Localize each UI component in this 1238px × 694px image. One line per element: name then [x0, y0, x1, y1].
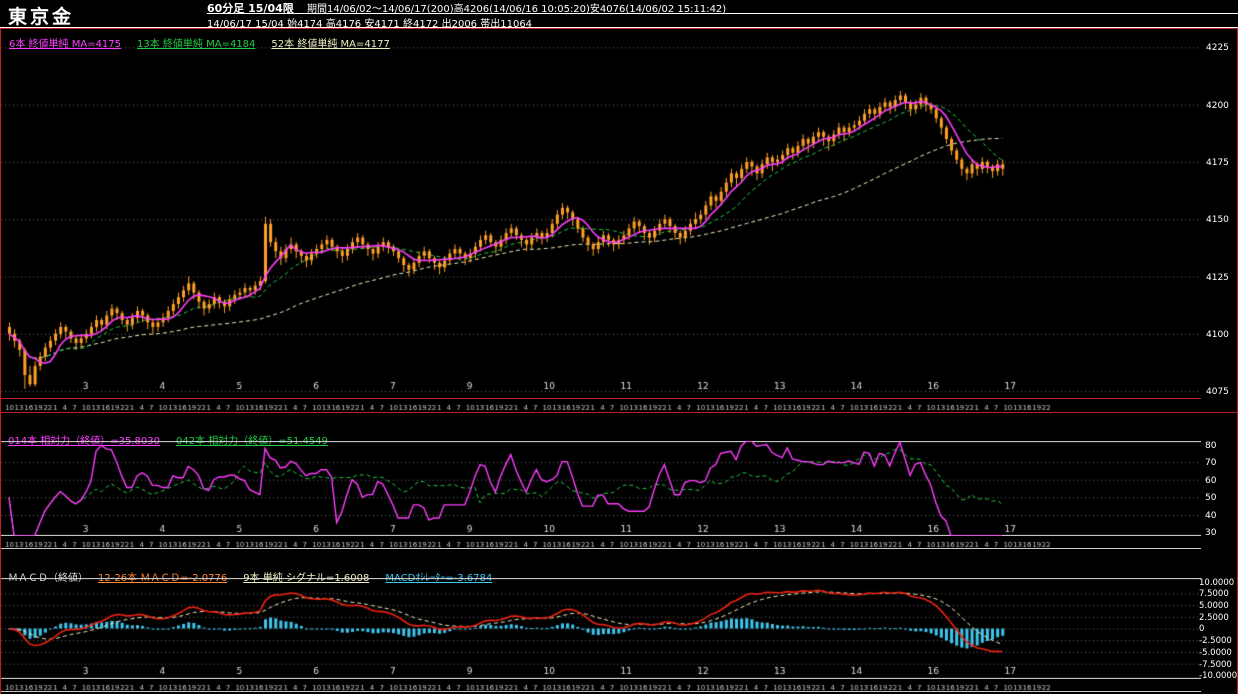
price-tick: 4075 — [1206, 387, 1229, 397]
period-stats: 期間14/06/02～14/06/17(200)高4206(14/06/16 1… — [306, 4, 727, 14]
macd-tick: 10.0000 — [1199, 578, 1235, 588]
instrument-title: 東京金 — [8, 6, 75, 28]
price-tick: 4225 — [1206, 43, 1229, 53]
main-price-chart-panel: 6本 終値単純 MA=4175 13本 終値単純 MA=4184 52本 終値単純 … — [0, 28, 1238, 413]
ma6-legend[interactable]: 6本 終値単純 MA=4175 — [9, 39, 121, 50]
rsi-tick: 70 — [1205, 458, 1217, 468]
time-axis-canvas — [1, 538, 1201, 548]
time-axis-canvas — [1, 681, 1201, 691]
ma-legend: 6本 終値単純 MA=4175 13本 終値単純 MA=4184 52本 終値単純 … — [9, 32, 406, 51]
rsi-tick: 60 — [1205, 476, 1217, 486]
rsi-tick: 80 — [1205, 441, 1217, 451]
macd-tick: 7.5000 — [1199, 589, 1229, 599]
time-axis-macd — [1, 679, 1201, 692]
header-row-1: 60分足 15/04限 期間14/06/02～14/06/17(200)高420… — [207, 0, 1238, 14]
ma52-legend[interactable]: 52本 終値単純 MA=4177 — [271, 39, 389, 50]
price-tick: 4200 — [1206, 101, 1229, 111]
rsi-chart-canvas[interactable] — [1, 441, 1201, 536]
price-tick: 4125 — [1206, 273, 1229, 283]
timeframe-label[interactable]: 60分足 15/04限 — [207, 2, 294, 13]
time-axis-canvas — [1, 401, 1201, 411]
header: 東京金 60分足 15/04限 期間14/06/02～14/06/17(200)… — [0, 0, 1238, 30]
rsi-panel: 014本 相対力（終値）=35.8030042本 相対力（終値）=51.4549… — [0, 429, 1238, 551]
header-info: 60分足 15/04限 期間14/06/02～14/06/17(200)高420… — [207, 0, 1238, 30]
time-axis-main — [1, 398, 1201, 411]
price-tick: 4150 — [1206, 215, 1229, 225]
macd-tick: -7.5000 — [1199, 660, 1232, 670]
rsi-tick: 50 — [1205, 493, 1217, 503]
time-axis-rsi — [1, 536, 1201, 549]
macd-tick: 0 — [1199, 624, 1205, 634]
rsi-tick: 30 — [1205, 528, 1217, 538]
rsi-tick: 40 — [1205, 511, 1217, 521]
price-tick: 4100 — [1206, 330, 1229, 340]
price-tick: 4175 — [1206, 158, 1229, 168]
candlestick-chart-canvas[interactable] — [1, 29, 1201, 398]
macd-tick: 5.0000 — [1199, 601, 1229, 611]
macd-tick: -2.5000 — [1199, 636, 1232, 646]
macd-panel: ＭＡＣＤ（終値）12-26本 ＭＡＣＤ=-2.07769本 単純 シグナル=1.… — [0, 566, 1238, 694]
macd-tick: -5.0000 — [1199, 648, 1232, 658]
macd-chart-canvas[interactable] — [1, 578, 1201, 679]
macd-tick: -10.0000 — [1199, 671, 1238, 681]
ma13-legend[interactable]: 13本 終値単純 MA=4184 — [137, 39, 255, 50]
macd-tick: 2.5000 — [1199, 613, 1229, 623]
